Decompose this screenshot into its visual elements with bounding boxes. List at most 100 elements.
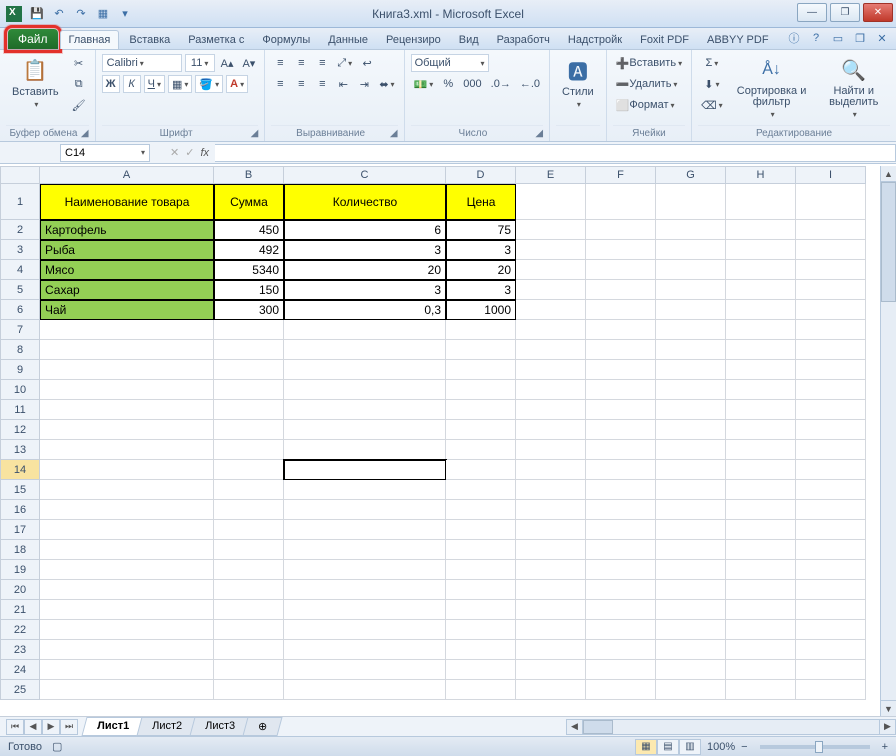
cell[interactable] bbox=[284, 380, 446, 400]
cell[interactable] bbox=[284, 480, 446, 500]
row-header[interactable]: 9 bbox=[0, 360, 40, 380]
currency-button[interactable]: 💵▾ bbox=[411, 75, 437, 93]
cell[interactable]: 75 bbox=[446, 220, 516, 240]
row-header[interactable]: 22 bbox=[0, 620, 40, 640]
sheet-tab[interactable]: Лист3 bbox=[190, 717, 251, 736]
close-workbook-icon[interactable]: ✕ bbox=[874, 30, 890, 46]
cell[interactable] bbox=[726, 540, 796, 560]
fx-icon[interactable]: fx bbox=[200, 147, 209, 159]
autosum-button[interactable]: Σ▾ bbox=[698, 54, 726, 72]
cell[interactable] bbox=[214, 560, 284, 580]
row-header[interactable]: 23 bbox=[0, 640, 40, 660]
clear-button[interactable]: ⌫▾ bbox=[698, 96, 726, 114]
zoom-out-button[interactable]: − bbox=[741, 741, 747, 753]
cell[interactable]: 1000 bbox=[446, 300, 516, 320]
cell[interactable] bbox=[284, 440, 446, 460]
cell[interactable] bbox=[796, 260, 866, 280]
percent-button[interactable]: % bbox=[439, 75, 457, 93]
cell[interactable] bbox=[586, 600, 656, 620]
cell[interactable] bbox=[516, 300, 586, 320]
cell[interactable] bbox=[796, 540, 866, 560]
macro-record-icon[interactable]: ▢ bbox=[52, 740, 62, 753]
cell[interactable] bbox=[656, 560, 726, 580]
cell[interactable] bbox=[586, 360, 656, 380]
cell[interactable] bbox=[656, 184, 726, 220]
cell[interactable] bbox=[214, 420, 284, 440]
cell[interactable] bbox=[516, 360, 586, 380]
cell[interactable]: 3 bbox=[446, 280, 516, 300]
cell[interactable] bbox=[516, 560, 586, 580]
cell[interactable] bbox=[796, 340, 866, 360]
cell[interactable] bbox=[796, 600, 866, 620]
zoom-in-button[interactable]: + bbox=[882, 741, 888, 753]
cell[interactable] bbox=[284, 400, 446, 420]
col-header[interactable]: H bbox=[726, 166, 796, 184]
sheet-nav-last[interactable]: ⏭ bbox=[60, 719, 78, 735]
cell[interactable] bbox=[40, 360, 214, 380]
cell[interactable] bbox=[656, 240, 726, 260]
row-header[interactable]: 3 bbox=[0, 240, 40, 260]
cell[interactable] bbox=[796, 300, 866, 320]
scroll-down-icon[interactable]: ▼ bbox=[881, 700, 896, 716]
row-header[interactable]: 25 bbox=[0, 680, 40, 700]
cell[interactable] bbox=[796, 460, 866, 480]
tab-developer[interactable]: Разработч bbox=[489, 31, 558, 49]
sheet-nav-prev[interactable]: ◀ bbox=[24, 719, 42, 735]
cell[interactable] bbox=[516, 460, 586, 480]
zoom-slider[interactable] bbox=[760, 745, 870, 749]
row-header[interactable]: 7 bbox=[0, 320, 40, 340]
cell[interactable] bbox=[656, 420, 726, 440]
underline-button[interactable]: Ч▾ bbox=[144, 75, 165, 93]
cell[interactable] bbox=[214, 580, 284, 600]
close-button[interactable]: ✕ bbox=[863, 3, 893, 22]
cell[interactable] bbox=[726, 400, 796, 420]
cell[interactable] bbox=[40, 500, 214, 520]
cell[interactable] bbox=[726, 680, 796, 700]
minimize-ribbon-icon[interactable]: ▭ bbox=[830, 30, 846, 46]
cell[interactable] bbox=[284, 580, 446, 600]
row-header[interactable]: 12 bbox=[0, 420, 40, 440]
cell[interactable] bbox=[516, 184, 586, 220]
col-header[interactable]: G bbox=[656, 166, 726, 184]
cell[interactable] bbox=[40, 640, 214, 660]
cell[interactable] bbox=[796, 320, 866, 340]
col-header[interactable]: B bbox=[214, 166, 284, 184]
cell[interactable] bbox=[284, 520, 446, 540]
cell[interactable] bbox=[726, 620, 796, 640]
cell[interactable] bbox=[726, 260, 796, 280]
cell[interactable] bbox=[284, 640, 446, 660]
cell[interactable] bbox=[446, 540, 516, 560]
align-top-button[interactable]: ≡ bbox=[271, 54, 289, 72]
cell[interactable] bbox=[40, 440, 214, 460]
cell[interactable] bbox=[284, 360, 446, 380]
decrease-decimal-button[interactable]: ←.0 bbox=[517, 75, 543, 93]
cell[interactable] bbox=[40, 560, 214, 580]
cell[interactable] bbox=[284, 500, 446, 520]
font-color-button[interactable]: A▾ bbox=[226, 75, 248, 93]
cell[interactable] bbox=[516, 600, 586, 620]
cell[interactable] bbox=[214, 360, 284, 380]
cell[interactable] bbox=[586, 640, 656, 660]
cell[interactable] bbox=[586, 240, 656, 260]
tab-layout[interactable]: Разметка с bbox=[180, 31, 252, 49]
comma-button[interactable]: 000 bbox=[460, 75, 484, 93]
normal-view-button[interactable]: ▦ bbox=[635, 739, 657, 755]
cell[interactable] bbox=[516, 540, 586, 560]
restore-workbook-icon[interactable]: ❐ bbox=[852, 30, 868, 46]
cell[interactable]: 0,3 bbox=[284, 300, 446, 320]
cell[interactable]: Чай bbox=[40, 300, 214, 320]
cell[interactable]: Мясо bbox=[40, 260, 214, 280]
formula-input[interactable] bbox=[215, 144, 896, 162]
cell[interactable] bbox=[516, 440, 586, 460]
file-tab[interactable]: Файл bbox=[8, 29, 58, 49]
cell[interactable] bbox=[726, 420, 796, 440]
align-center-button[interactable]: ≡ bbox=[292, 75, 310, 93]
cell[interactable] bbox=[40, 540, 214, 560]
row-header[interactable]: 11 bbox=[0, 400, 40, 420]
italic-button[interactable]: К bbox=[123, 75, 141, 93]
cell[interactable] bbox=[656, 220, 726, 240]
row-header[interactable]: 16 bbox=[0, 500, 40, 520]
cell[interactable] bbox=[516, 480, 586, 500]
tab-foxit[interactable]: Foxit PDF bbox=[632, 31, 697, 49]
cell[interactable] bbox=[586, 540, 656, 560]
